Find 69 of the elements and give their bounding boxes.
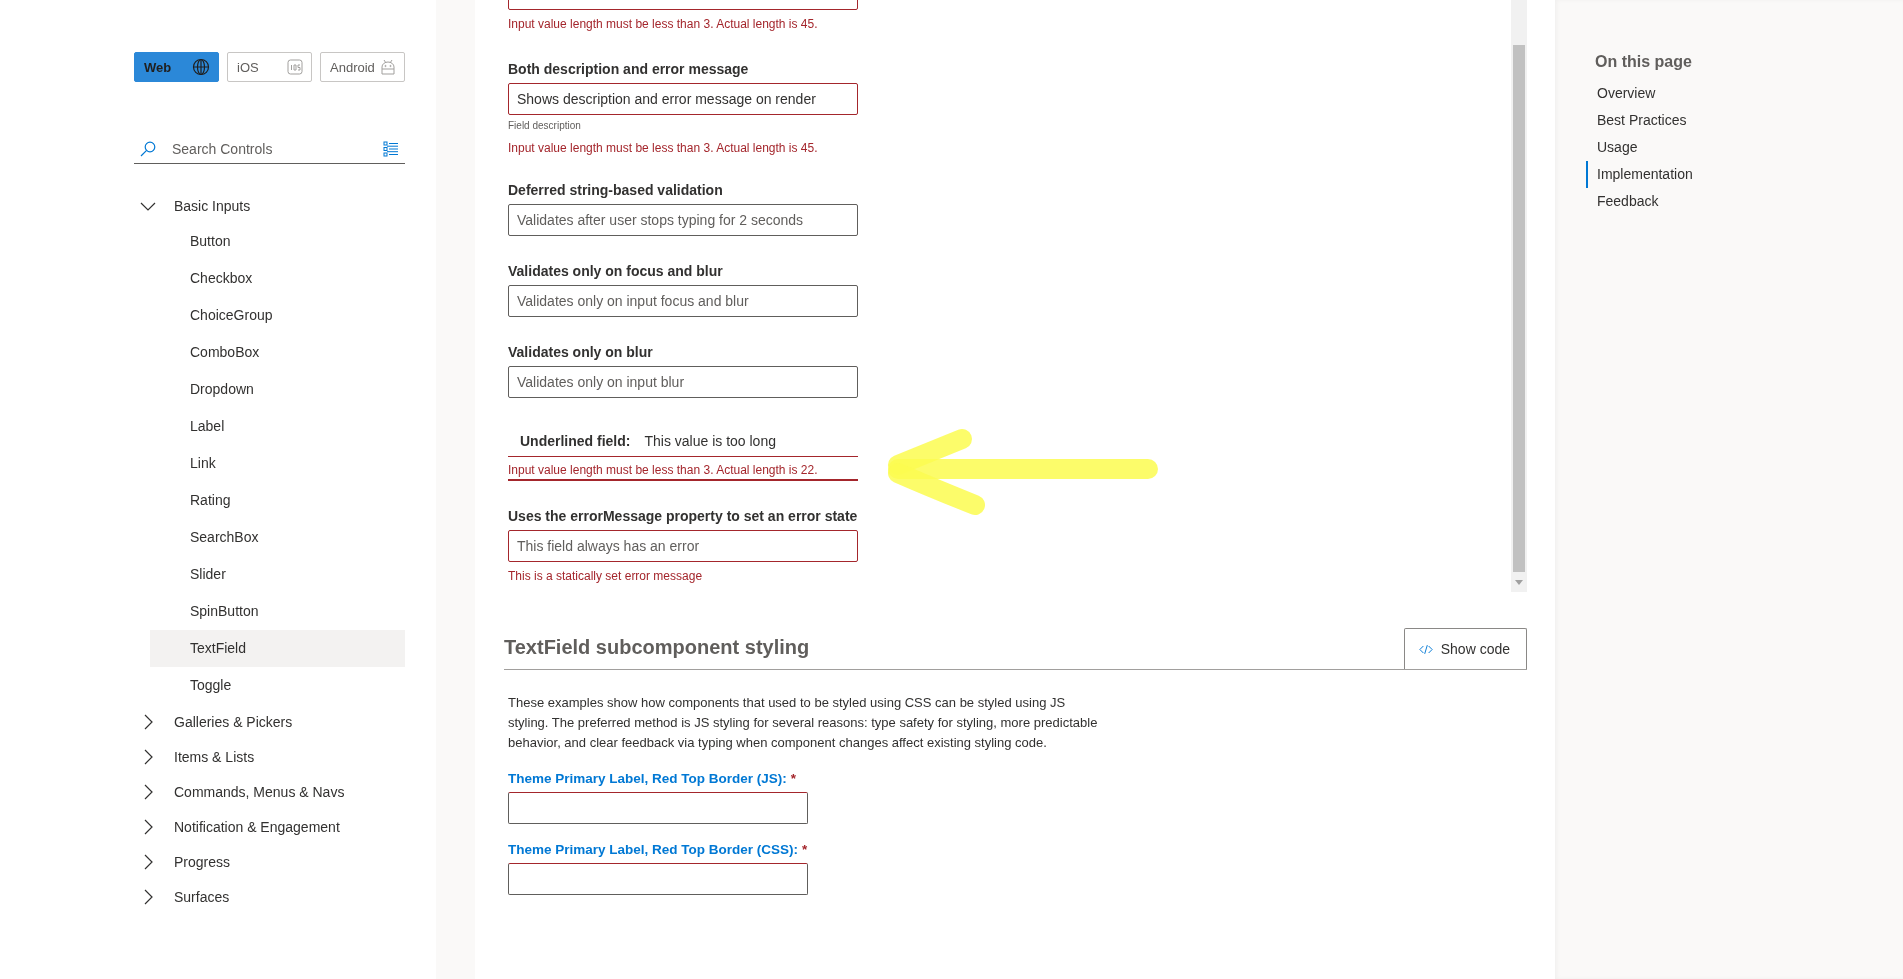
field-description: Field description <box>508 120 582 131</box>
field-label: Theme Primary Label, Red Top Border (CSS): <box>508 842 799 857</box>
nav-item[interactable]: SpinButton <box>150 593 405 630</box>
nav-category[interactable]: Notification & Engagement <box>134 809 405 844</box>
nav-item[interactable]: SearchBox <box>150 519 405 556</box>
category-label: Surfaces <box>174 888 230 905</box>
scrollbar[interactable] <box>1511 0 1527 592</box>
platform-tab[interactable]: Android <box>320 52 405 82</box>
category-label: Items & Lists <box>174 748 255 765</box>
phone-icon <box>287 59 303 75</box>
code-icon <box>1418 643 1433 655</box>
error-message: Input value length must be less than 3. Actual length is 45. <box>508 141 819 155</box>
page-link[interactable]: Overview <box>1586 80 1656 107</box>
field-label: Theme Primary Label, Red Top Border (JS): <box>508 771 787 786</box>
nav-item[interactable]: Toggle <box>150 667 405 704</box>
text-field[interactable]: Validates only on input blur <box>508 366 858 398</box>
search-field[interactable]: Search Controls <box>170 140 369 158</box>
category-label: Commands, Menus & Navs <box>174 783 345 800</box>
nav-item[interactable]: Slider <box>150 556 405 593</box>
nav-category[interactable]: Surfaces <box>134 879 405 914</box>
category-label: Galleries & Pickers <box>174 713 293 730</box>
nav-category[interactable]: Commands, Menus & Navs <box>134 774 405 809</box>
page-link[interactable]: Usage <box>1586 134 1638 161</box>
platform-tab[interactable]: iOS <box>227 52 312 82</box>
nav-category[interactable]: Galleries & Pickers <box>134 704 405 739</box>
platform-tab[interactable]: Web <box>134 52 219 82</box>
page-link[interactable]: Implementation <box>1586 161 1693 188</box>
text-field[interactable]: This field always has an error <box>508 530 858 562</box>
error-message: This is a statically set error message <box>508 569 704 583</box>
required-mark: * <box>790 771 797 786</box>
nav-category[interactable]: Progress <box>134 844 405 879</box>
error-message: Input value length must be less than 3. Actual length is 45. <box>508 17 819 31</box>
field-label: Validates only on blur <box>508 344 654 360</box>
page-link[interactable]: Feedback <box>1586 188 1659 215</box>
field-label: Uses the errorMessage property to set an error state <box>508 508 859 524</box>
nav-item[interactable]: Link <box>150 445 405 482</box>
nav-item[interactable]: ChoiceGroup <box>150 297 405 334</box>
text-field[interactable] <box>508 792 808 824</box>
nav-item[interactable]: TextField <box>150 630 405 667</box>
on-this-page-heading: On this page <box>1595 53 1693 71</box>
field-label: Deferred string-based validation <box>508 182 724 198</box>
error-message: Input value length must be less than 3. Actual length is 22. <box>508 463 819 477</box>
required-mark: * <box>802 842 808 857</box>
nav-item[interactable]: Label <box>150 408 405 445</box>
text-field[interactable]: Validates only on input focus and blur <box>508 285 858 317</box>
underlined-field[interactable]: Underlined field: This value is too long <box>508 425 858 457</box>
nav-category[interactable]: Basic Inputs <box>134 188 405 223</box>
text-field[interactable] <box>508 863 808 895</box>
search-icon <box>140 141 156 157</box>
nav-item[interactable]: Button <box>150 223 405 260</box>
description-paragraph: These examples show how components that used to be styled using CSS can be styled using JS styling. The preferred method is JS styling for several reasons: type safety for styling, more predictable behavior, and clear feedback via typing when component changes affect existing styling code. <box>508 694 1098 752</box>
category-label: Notification & Engagement <box>174 818 340 835</box>
nav-item[interactable]: Dropdown <box>150 371 405 408</box>
nav-item[interactable]: ComboBox <box>150 334 405 371</box>
robot-icon <box>380 59 396 75</box>
list-icon[interactable] <box>383 141 399 157</box>
category-label: Basic Inputs <box>174 197 251 214</box>
nav-category[interactable]: Items & Lists <box>134 739 405 774</box>
globe-icon <box>192 58 210 76</box>
field-label: Both description and error message <box>508 61 750 77</box>
category-label: Progress <box>174 853 231 870</box>
page-link[interactable]: Best Practices <box>1586 107 1687 134</box>
nav-item[interactable]: Checkbox <box>150 260 405 297</box>
show-code-button[interactable]: Show code <box>1403 628 1527 669</box>
section-heading: TextField subcomponent styling <box>504 636 810 659</box>
text-field[interactable]: Validates after user stops typing for 2 seconds <box>508 204 858 236</box>
nav-item[interactable]: Rating <box>150 482 405 519</box>
field-label: Validates only on focus and blur <box>508 263 724 279</box>
text-field[interactable]: Shows description and error message on render <box>508 83 858 115</box>
